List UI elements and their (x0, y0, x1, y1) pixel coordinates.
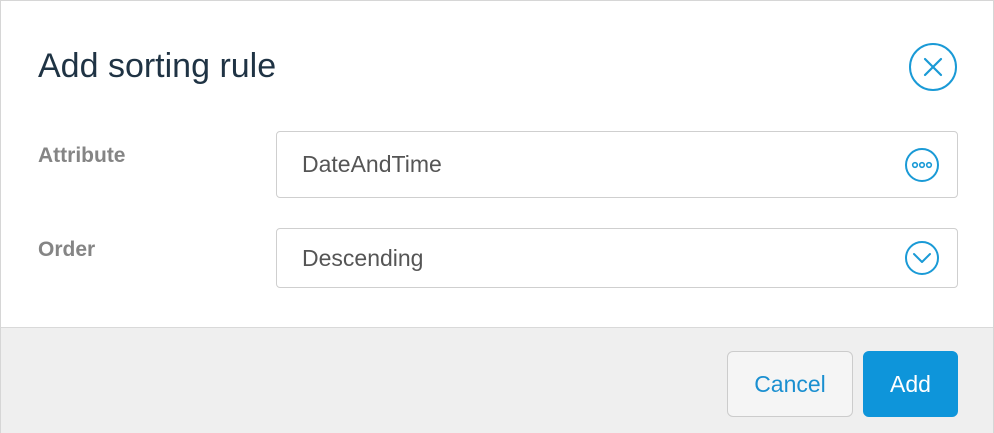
add-button[interactable]: Add (863, 351, 958, 417)
dialog-title: Add sorting rule (38, 47, 277, 85)
close-button[interactable] (909, 43, 957, 91)
dialog-footer: Cancel Add (1, 327, 993, 433)
order-label: Order (38, 238, 96, 261)
close-icon (923, 57, 943, 77)
attribute-value: DateAndTime (302, 151, 442, 177)
ellipsis-icon[interactable] (905, 147, 939, 182)
order-value: Descending (302, 244, 424, 271)
add-sorting-rule-dialog: Add sorting rule Attribute DateAndTime O… (0, 0, 994, 433)
cancel-button[interactable]: Cancel (727, 351, 853, 417)
chevron-down-icon[interactable] (905, 241, 939, 275)
attribute-label: Attribute (38, 144, 126, 167)
attribute-selector[interactable]: DateAndTime (276, 131, 958, 198)
order-dropdown[interactable]: Descending (276, 228, 958, 288)
